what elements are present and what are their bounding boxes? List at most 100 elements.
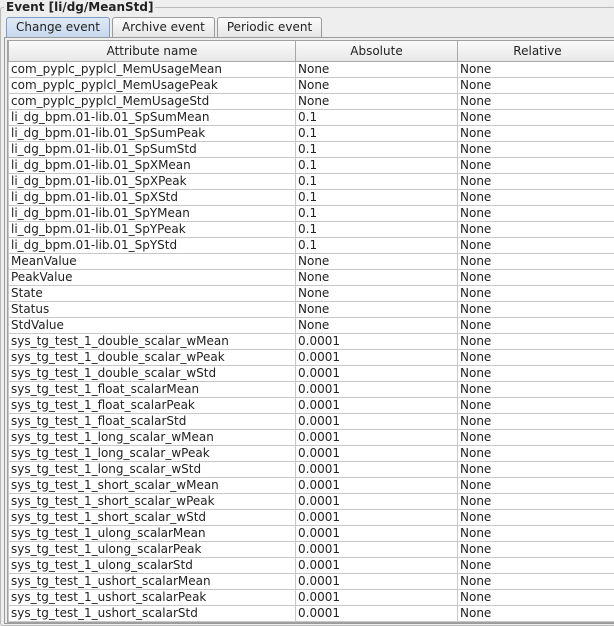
table-row[interactable]: li_dg_bpm.01-lib.01_SpSumMean0.1None — [9, 109, 614, 125]
attribute-name-cell[interactable]: sys_tg_test_1_long_scalar_wPeak — [9, 445, 296, 461]
relative-cell[interactable]: None — [458, 285, 614, 301]
relative-cell[interactable]: None — [458, 541, 614, 557]
relative-cell[interactable]: None — [458, 493, 614, 509]
table-row[interactable]: sys_tg_test_1_float_scalarMean0.0001None — [9, 381, 614, 397]
absolute-cell[interactable]: None — [296, 301, 458, 317]
column-header-absolute[interactable]: Absolute — [296, 41, 458, 61]
absolute-cell[interactable]: 0.1 — [296, 205, 458, 221]
table-row[interactable]: sys_tg_test_1_ushort_scalarPeak0.0001Non… — [9, 589, 614, 605]
table-row[interactable]: li_dg_bpm.01-lib.01_SpSumStd0.1None — [9, 141, 614, 157]
relative-cell[interactable]: None — [458, 61, 614, 77]
table-row[interactable]: li_dg_bpm.01-lib.01_SpXMean0.1None — [9, 157, 614, 173]
absolute-cell[interactable]: 0.1 — [296, 221, 458, 237]
table-row[interactable]: sys_tg_test_1_ulong_scalarPeak0.0001None — [9, 541, 614, 557]
attribute-name-cell[interactable]: sys_tg_test_1_ushort_scalarStd — [9, 605, 296, 621]
attribute-name-cell[interactable]: com_pyplc_pyplcl_MemUsageMean — [9, 61, 296, 77]
table-row[interactable]: sys_tg_test_1_short_scalar_wMean0.0001No… — [9, 477, 614, 493]
relative-cell[interactable]: None — [458, 525, 614, 541]
relative-cell[interactable]: None — [458, 237, 614, 253]
table-row[interactable]: PeakValueNoneNone — [9, 269, 614, 285]
absolute-cell[interactable]: 0.0001 — [296, 605, 458, 621]
absolute-cell[interactable]: 0.0001 — [296, 573, 458, 589]
absolute-cell[interactable]: 0.0001 — [296, 381, 458, 397]
table-row[interactable]: sys_tg_test_1_ushort_scalarStd0.0001None — [9, 605, 614, 621]
relative-cell[interactable]: None — [458, 557, 614, 573]
attribute-name-cell[interactable]: li_dg_bpm.01-lib.01_SpXStd — [9, 189, 296, 205]
attribute-name-cell[interactable]: sys_tg_test_1_double_scalar_wPeak — [9, 349, 296, 365]
absolute-cell[interactable]: 0.1 — [296, 141, 458, 157]
table-row[interactable]: sys_tg_test_1_double_scalar_wMean0.0001N… — [9, 333, 614, 349]
attribute-name-cell[interactable]: sys_tg_test_1_ushort_scalarMean — [9, 573, 296, 589]
absolute-cell[interactable]: 0.0001 — [296, 413, 458, 429]
relative-cell[interactable]: None — [458, 269, 614, 285]
table-row[interactable]: li_dg_bpm.01-lib.01_SpXPeak0.1None — [9, 173, 614, 189]
attribute-name-cell[interactable]: li_dg_bpm.01-lib.01_SpXPeak — [9, 173, 296, 189]
relative-cell[interactable]: None — [458, 189, 614, 205]
table-row[interactable]: li_dg_bpm.01-lib.01_SpYMean0.1None — [9, 205, 614, 221]
tab-change-event[interactable]: Change event — [6, 17, 110, 37]
attribute-name-cell[interactable]: sys_tg_test_1_ulong_scalarMean — [9, 525, 296, 541]
table-row[interactable]: MeanValueNoneNone — [9, 253, 614, 269]
attribute-name-cell[interactable]: li_dg_bpm.01-lib.01_SpYMean — [9, 205, 296, 221]
table-row[interactable]: sys_tg_test_1_long_scalar_wMean0.0001Non… — [9, 429, 614, 445]
absolute-cell[interactable]: None — [296, 269, 458, 285]
relative-cell[interactable]: None — [458, 317, 614, 333]
relative-cell[interactable]: None — [458, 253, 614, 269]
table-row[interactable]: li_dg_bpm.01-lib.01_SpXStd0.1None — [9, 189, 614, 205]
relative-cell[interactable]: None — [458, 77, 614, 93]
attribute-name-cell[interactable]: sys_tg_test_1_ulong_scalarPeak — [9, 541, 296, 557]
absolute-cell[interactable]: 0.0001 — [296, 349, 458, 365]
relative-cell[interactable]: None — [458, 125, 614, 141]
table-row[interactable]: sys_tg_test_1_ulong_scalarStd0.0001None — [9, 557, 614, 573]
relative-cell[interactable]: None — [458, 605, 614, 621]
table-row[interactable]: sys_tg_test_1_ulong_scalarMean0.0001None — [9, 525, 614, 541]
relative-cell[interactable]: None — [458, 429, 614, 445]
attribute-name-cell[interactable]: StdValue — [9, 317, 296, 333]
table-row[interactable]: sys_tg_test_1_ushort_scalarMean0.0001Non… — [9, 573, 614, 589]
absolute-cell[interactable]: 0.0001 — [296, 397, 458, 413]
relative-cell[interactable]: None — [458, 477, 614, 493]
relative-cell[interactable]: None — [458, 333, 614, 349]
absolute-cell[interactable]: None — [296, 317, 458, 333]
table-row[interactable]: StdValueNoneNone — [9, 317, 614, 333]
table-row[interactable]: sys_tg_test_1_double_scalar_wPeak0.0001N… — [9, 349, 614, 365]
table-row[interactable]: com_pyplc_pyplcl_MemUsagePeakNoneNone — [9, 77, 614, 93]
relative-cell[interactable]: None — [458, 461, 614, 477]
table-row[interactable]: StateNoneNone — [9, 285, 614, 301]
absolute-cell[interactable]: None — [296, 77, 458, 93]
attribute-name-cell[interactable]: MeanValue — [9, 253, 296, 269]
attribute-name-cell[interactable]: li_dg_bpm.01-lib.01_SpYStd — [9, 237, 296, 253]
attribute-name-cell[interactable]: li_dg_bpm.01-lib.01_SpXMean — [9, 157, 296, 173]
relative-cell[interactable]: None — [458, 349, 614, 365]
absolute-cell[interactable]: None — [296, 93, 458, 109]
absolute-cell[interactable]: 0.0001 — [296, 525, 458, 541]
absolute-cell[interactable]: 0.0001 — [296, 461, 458, 477]
attribute-name-cell[interactable]: li_dg_bpm.01-lib.01_SpSumPeak — [9, 125, 296, 141]
absolute-cell[interactable]: 0.1 — [296, 237, 458, 253]
relative-cell[interactable]: None — [458, 93, 614, 109]
attribute-name-cell[interactable]: sys_tg_test_1_ushort_scalarPeak — [9, 589, 296, 605]
table-row[interactable]: li_dg_bpm.01-lib.01_SpYPeak0.1None — [9, 221, 614, 237]
relative-cell[interactable]: None — [458, 365, 614, 381]
attribute-name-cell[interactable]: com_pyplc_pyplcl_MemUsageStd — [9, 93, 296, 109]
column-header-relative[interactable]: Relative — [458, 41, 614, 61]
absolute-cell[interactable]: 0.0001 — [296, 429, 458, 445]
relative-cell[interactable]: None — [458, 381, 614, 397]
relative-cell[interactable]: None — [458, 173, 614, 189]
attribute-name-cell[interactable]: li_dg_bpm.01-lib.01_SpSumMean — [9, 109, 296, 125]
attribute-name-cell[interactable]: PeakValue — [9, 269, 296, 285]
attribute-name-cell[interactable]: sys_tg_test_1_long_scalar_wMean — [9, 429, 296, 445]
attribute-name-cell[interactable]: li_dg_bpm.01-lib.01_SpSumStd — [9, 141, 296, 157]
absolute-cell[interactable]: None — [296, 61, 458, 77]
absolute-cell[interactable]: None — [296, 285, 458, 301]
table-row[interactable]: sys_tg_test_1_short_scalar_wStd0.0001Non… — [9, 509, 614, 525]
attribute-name-cell[interactable]: State — [9, 285, 296, 301]
absolute-cell[interactable]: 0.1 — [296, 109, 458, 125]
table-row[interactable]: sys_tg_test_1_float_scalarPeak0.0001None — [9, 397, 614, 413]
table-row[interactable]: sys_tg_test_1_long_scalar_wPeak0.0001Non… — [9, 445, 614, 461]
table-row[interactable]: sys_tg_test_1_short_scalar_wPeak0.0001No… — [9, 493, 614, 509]
absolute-cell[interactable]: None — [296, 253, 458, 269]
table-row[interactable]: com_pyplc_pyplcl_MemUsageStdNoneNone — [9, 93, 614, 109]
attribute-name-cell[interactable]: sys_tg_test_1_float_scalarStd — [9, 413, 296, 429]
attribute-name-cell[interactable]: sys_tg_test_1_long_scalar_wStd — [9, 461, 296, 477]
